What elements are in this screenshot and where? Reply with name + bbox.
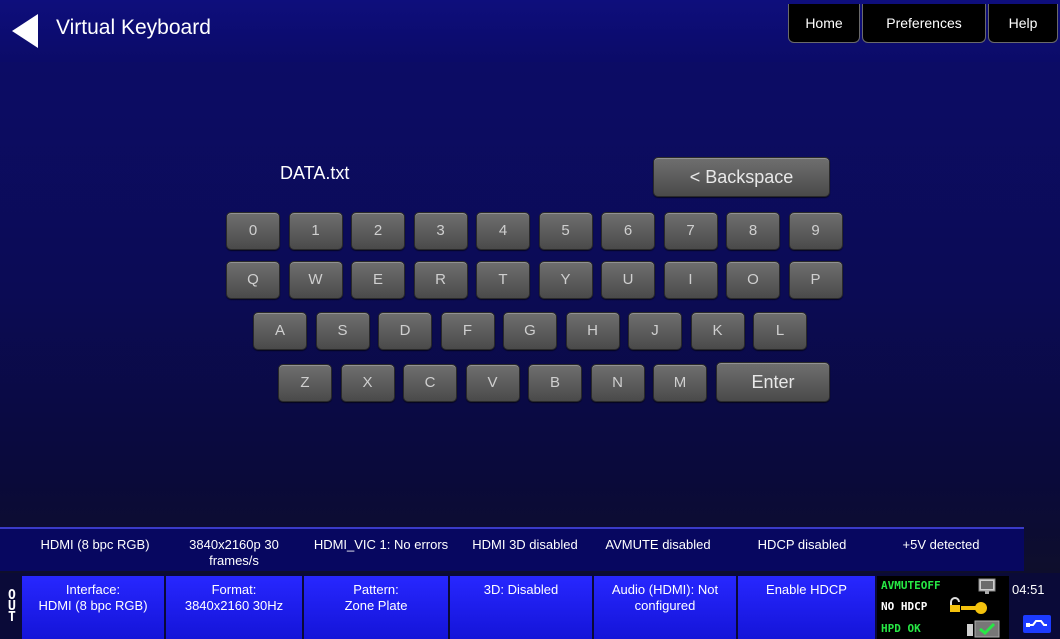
in-interface: HDMI (8 bpc RGB) — [40, 537, 150, 552]
backspace-key[interactable]: < Backspace — [653, 157, 830, 197]
plug-icon[interactable] — [1023, 615, 1051, 633]
out-format-button[interactable]: Format: 3840x2160 30Hz — [166, 576, 304, 639]
key-1[interactable]: 1 — [288, 212, 343, 250]
key-i[interactable]: I — [663, 261, 718, 299]
back-arrow-icon[interactable] — [12, 14, 38, 48]
key-8[interactable]: 8 — [726, 212, 780, 250]
in-hdcp-status: HDCP disabled — [757, 537, 847, 552]
out-pattern-button[interactable]: Pattern: Zone Plate — [304, 576, 450, 639]
key-5[interactable]: 5 — [538, 212, 593, 250]
key-m[interactable]: M — [653, 364, 707, 402]
key-w[interactable]: W — [288, 261, 343, 299]
in-3d-status: HDMI 3D disabled — [472, 537, 578, 552]
key-f[interactable]: F — [440, 312, 495, 350]
tab-preferences[interactable]: Preferences — [862, 4, 986, 43]
tab-help[interactable]: Help — [988, 4, 1058, 43]
in-5v-status: +5V detected — [902, 537, 980, 552]
out-label: OUT — [8, 588, 16, 625]
monitor-icon — [978, 578, 996, 594]
filename-field: DATA.txt — [280, 163, 350, 183]
lock-key-icon — [950, 597, 987, 614]
plug-graphic-icon — [1026, 620, 1047, 627]
out-audio-button[interactable]: Audio (HDMI): Not configured — [594, 576, 738, 639]
key-l[interactable]: L — [753, 312, 807, 350]
out-format-label: Format: — [211, 582, 257, 597]
key-g[interactable]: G — [503, 312, 557, 350]
key-3[interactable]: 3 — [413, 212, 468, 250]
key-q[interactable]: Q — [226, 261, 280, 299]
key-t[interactable]: T — [476, 261, 530, 299]
key-u[interactable]: U — [601, 261, 655, 299]
key-6[interactable]: 6 — [601, 212, 655, 250]
page-title: Virtual Keyboard — [56, 16, 211, 39]
key-j[interactable]: J — [628, 312, 682, 350]
key-0[interactable]: 0 — [226, 212, 280, 250]
key-k[interactable]: K — [690, 312, 745, 350]
out-3d-label: 3D: Disabled — [483, 582, 559, 597]
key-r[interactable]: R — [413, 261, 468, 299]
key-h[interactable]: H — [565, 312, 620, 350]
out-interface-button[interactable]: Interface: HDMI (8 bpc RGB) — [22, 576, 166, 639]
input-status-bar: HDMI (8 bpc RGB) 3840x2160p 30 frames/s … — [0, 527, 1024, 571]
tab-home[interactable]: Home — [788, 4, 860, 43]
key-a[interactable]: A — [253, 312, 307, 350]
top-bar: Virtual Keyboard Home Preferences Help — [0, 0, 1060, 62]
key-d[interactable]: D — [378, 312, 432, 350]
enable-hdcp-label: Enable HDCP — [766, 582, 847, 597]
key-v[interactable]: V — [465, 364, 520, 402]
key-x[interactable]: X — [340, 364, 395, 402]
hpd-indicator: HPD OK — [881, 622, 921, 635]
key-p[interactable]: P — [788, 261, 843, 299]
key-2[interactable]: 2 — [351, 212, 405, 250]
key-n[interactable]: N — [590, 364, 645, 402]
out-pattern-value: Zone Plate — [344, 598, 408, 613]
key-4[interactable]: 4 — [476, 212, 530, 250]
hdcp-indicator: NO HDCP — [881, 600, 928, 613]
out-audio-value: configured — [634, 598, 696, 613]
key-z[interactable]: Z — [278, 364, 332, 402]
in-format: 3840x2160p 30 frames/s — [189, 537, 279, 568]
out-format-value: 3840x2160 30Hz — [184, 598, 284, 613]
in-vic-status: HDMI_VIC 1: No errors — [313, 537, 449, 552]
key-9[interactable]: 9 — [788, 212, 843, 250]
enable-hdcp-button[interactable]: Enable HDCP — [738, 576, 877, 639]
check-icon — [967, 620, 1000, 638]
clock: 04:51 — [1012, 582, 1045, 597]
key-o[interactable]: O — [726, 261, 780, 299]
enter-key[interactable]: Enter — [716, 362, 830, 402]
status-indicator-panel: AVMUTEOFF NO HDCP HPD OK — [877, 576, 1009, 639]
key-b[interactable]: B — [528, 364, 582, 402]
out-3d-button[interactable]: 3D: Disabled — [450, 576, 594, 639]
key-c[interactable]: C — [403, 364, 457, 402]
in-avmute-status: AVMUTE disabled — [605, 537, 711, 552]
key-s[interactable]: S — [315, 312, 370, 350]
out-interface-value: HDMI (8 bpc RGB) — [38, 598, 148, 613]
out-pattern-label: Pattern: — [353, 582, 399, 597]
key-y[interactable]: Y — [538, 261, 593, 299]
out-interface-label: Interface: — [65, 582, 121, 597]
key-7[interactable]: 7 — [663, 212, 718, 250]
key-e[interactable]: E — [351, 261, 405, 299]
avmute-indicator: AVMUTEOFF — [881, 579, 941, 592]
out-audio-label: Audio (HDMI): Not — [611, 582, 719, 597]
screen: Virtual Keyboard Home Preferences Help D… — [0, 0, 1060, 639]
